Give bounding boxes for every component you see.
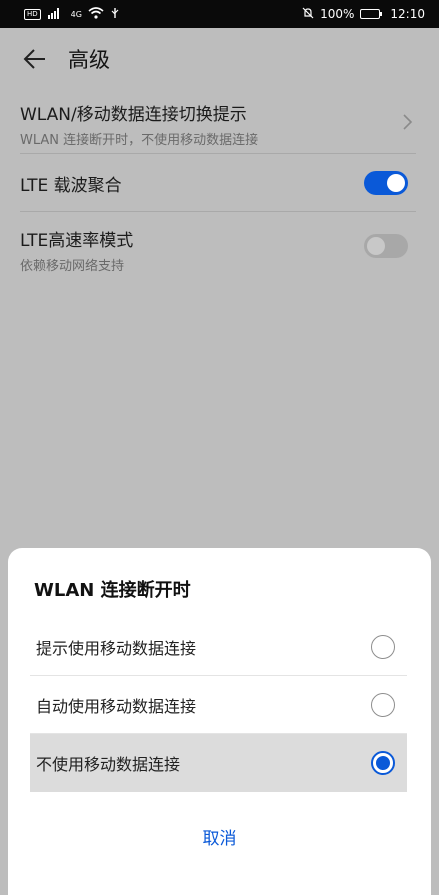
wifi-icon	[88, 6, 104, 22]
setting-subtitle: WLAN 连接断开时，不使用移动数据连接	[20, 133, 259, 148]
setting-title: LTE高速率模式	[20, 231, 134, 251]
chevron-right-icon	[403, 114, 413, 130]
setting-title: LTE 载波聚合	[20, 176, 122, 196]
arrow-left-icon[interactable]	[22, 46, 48, 72]
app-header: 高级	[0, 28, 439, 90]
battery-percent: 100%	[320, 7, 355, 21]
signal-type: 4G	[70, 9, 82, 19]
setting-wlan-switch-prompt[interactable]: WLAN/移动数据连接切换提示 WLAN 连接断开时，不使用移动数据连接	[20, 90, 416, 154]
radio-button[interactable]	[371, 693, 395, 717]
option-label: 自动使用移动数据连接	[36, 696, 197, 716]
mute-icon	[302, 7, 314, 22]
toggle-knob	[387, 174, 405, 192]
option-label: 不使用移动数据连接	[36, 755, 181, 774]
setting-subtitle: 依赖移动网络支持	[20, 259, 125, 274]
status-bar: HD 4G 100% 12:10	[0, 0, 439, 28]
setting-lte-carrier-aggregation: LTE 载波聚合	[20, 154, 416, 212]
dialog-options: 提示使用移动数据连接 自动使用移动数据连接 不使用移动数据连接	[30, 618, 407, 792]
signal-icon	[47, 7, 65, 22]
settings-list: WLAN/移动数据连接切换提示 WLAN 连接断开时，不使用移动数据连接 LTE…	[0, 90, 439, 278]
hd-icon: HD	[24, 8, 41, 20]
dialog-title: WLAN 连接断开时	[34, 580, 191, 601]
toggle-knob	[367, 237, 385, 255]
wlan-disconnect-dialog: WLAN 连接断开时 提示使用移动数据连接 自动使用移动数据连接 不使用移动数据…	[8, 548, 431, 895]
option-no-mobile-data[interactable]: 不使用移动数据连接	[30, 734, 407, 792]
radio-dot	[376, 756, 390, 770]
setting-lte-high-rate-mode: LTE高速率模式 依赖移动网络支持	[20, 212, 416, 278]
lte-high-rate-mode-toggle[interactable]	[364, 234, 408, 258]
status-bar-right: 100% 12:10	[302, 7, 425, 22]
setting-title: WLAN/移动数据连接切换提示	[20, 105, 247, 125]
clock: 12:10	[390, 7, 425, 21]
page-title: 高级	[68, 48, 110, 72]
battery-icon	[360, 9, 383, 19]
radio-button[interactable]	[371, 635, 395, 659]
option-prompt-mobile-data[interactable]: 提示使用移动数据连接	[30, 618, 407, 676]
radio-button-selected[interactable]	[371, 751, 395, 775]
option-auto-mobile-data[interactable]: 自动使用移动数据连接	[30, 676, 407, 734]
usb-icon	[110, 7, 120, 22]
option-label: 提示使用移动数据连接	[36, 638, 197, 658]
lte-carrier-aggregation-toggle[interactable]	[364, 171, 408, 195]
cancel-button[interactable]: 取消	[8, 814, 431, 858]
status-bar-left: HD 4G	[24, 6, 120, 22]
